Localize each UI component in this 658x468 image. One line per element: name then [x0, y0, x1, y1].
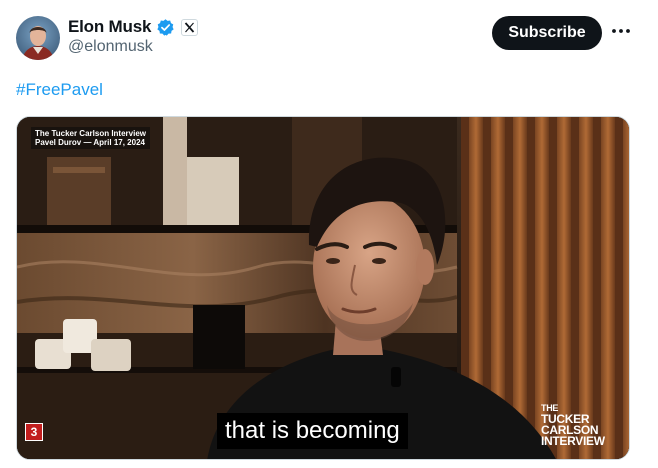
tweet-header: Elon Musk @elonmusk Subscribe [16, 14, 642, 62]
subscribe-button[interactable]: Subscribe [492, 16, 602, 50]
hashtag-link[interactable]: #FreePavel [16, 80, 103, 99]
display-name[interactable]: Elon Musk [68, 17, 151, 37]
user-handle[interactable]: @elonmusk [68, 38, 153, 56]
overlay-line-2: Pavel Durov — April 17, 2024 [35, 138, 145, 147]
x-logo-icon [181, 18, 199, 36]
avatar[interactable] [16, 16, 60, 60]
video-caption: that is becoming [217, 413, 408, 449]
tweet-text: #FreePavel [16, 80, 103, 100]
video-overlay-title: The Tucker Carlson Interview Pavel Durov… [31, 127, 150, 149]
verified-badge-icon [156, 18, 175, 37]
corner-badge: 3 [25, 423, 43, 441]
video-media[interactable]: The Tucker Carlson Interview Pavel Durov… [16, 116, 630, 460]
logo-line-4: INTERVIEW [541, 434, 605, 448]
tucker-carlson-logo: THE TUCKER CARLSON INTERVIEW [541, 403, 605, 447]
avatar-image [16, 16, 60, 60]
overlay-line-1: The Tucker Carlson Interview [35, 129, 146, 138]
video-frame [17, 117, 629, 459]
more-horizontal-icon[interactable] [610, 20, 632, 42]
name-row: Elon Musk [68, 16, 199, 38]
